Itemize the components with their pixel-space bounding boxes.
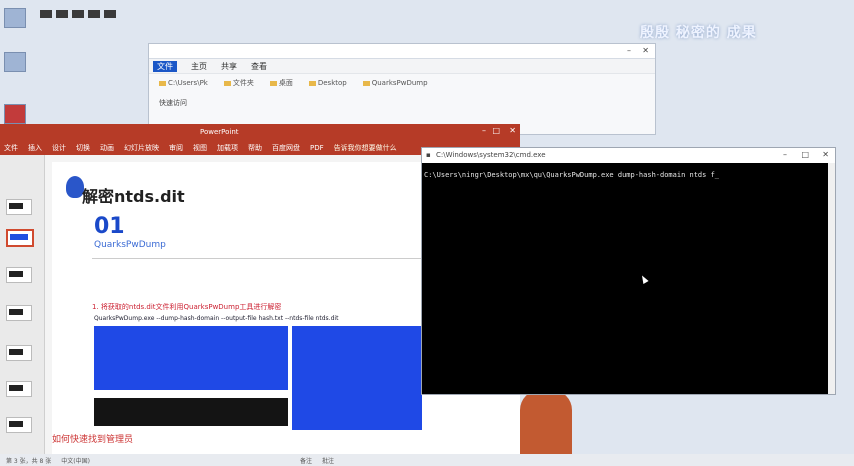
menu-item[interactable]: 视图 xyxy=(193,143,207,153)
status-bar: 第 3 张，共 8 张 中文(中国) 备注 批注 xyxy=(0,454,854,466)
cmd-command-line: C:\Users\ningr\Desktop\mx\qu\QuarksPwDum… xyxy=(424,171,720,179)
maximize-icon[interactable]: □ xyxy=(801,150,809,159)
maximize-icon[interactable]: □ xyxy=(492,126,500,135)
explorer-titlebar: – ✕ xyxy=(149,44,655,59)
quick-item[interactable]: 桌面 xyxy=(269,78,293,88)
ppt-titlebar: PowerPoint – □ ✕ xyxy=(0,124,520,141)
status-notes[interactable]: 备注 xyxy=(300,456,312,465)
tab-share[interactable]: 共享 xyxy=(221,61,237,72)
slide-thumbnail[interactable] xyxy=(6,199,32,215)
slide-footer: 如何快速找到管理员 xyxy=(52,435,134,445)
close-icon[interactable]: ✕ xyxy=(642,46,649,55)
folder-icon xyxy=(308,80,316,86)
minimize-icon[interactable]: – xyxy=(627,46,631,55)
cmd-icon: ▪ xyxy=(426,151,431,159)
minimize-icon[interactable]: – xyxy=(783,150,787,159)
slide-thumbnail-pane xyxy=(0,155,45,466)
menu-item[interactable]: 百度网盘 xyxy=(272,143,300,153)
menu-item[interactable]: PDF xyxy=(310,144,324,152)
quick-item[interactable]: QuarksPwDump xyxy=(362,79,428,87)
desktop-app-icon-red[interactable] xyxy=(4,104,26,124)
folder-icon xyxy=(269,80,277,86)
slide-thumbnail[interactable] xyxy=(6,345,32,361)
menu-item[interactable]: 设计 xyxy=(52,143,66,153)
section-number: 01 xyxy=(94,214,125,239)
slide-command: QuarksPwDump.exe --dump-hash-domain --ou… xyxy=(94,315,339,322)
screenshot-panel-blue xyxy=(94,326,288,390)
slide-thumbnail[interactable] xyxy=(6,305,32,321)
screenshot-panel-dark xyxy=(94,398,288,426)
scrollbar[interactable] xyxy=(828,163,835,394)
ppt-title: PowerPoint xyxy=(200,128,239,136)
status-comments[interactable]: 批注 xyxy=(322,456,334,465)
watermark: 殷殷 秘密的 成果 xyxy=(640,25,757,41)
menu-item[interactable]: 插入 xyxy=(28,143,42,153)
quick-item[interactable]: Desktop xyxy=(308,79,347,87)
slide-title: 解密ntds.dit xyxy=(82,187,185,206)
tab-home[interactable]: 主页 xyxy=(191,61,207,72)
screenshot-panel-blue-2 xyxy=(292,326,422,430)
slide-thumbnail-selected[interactable] xyxy=(6,229,34,247)
desktop-app-icon[interactable] xyxy=(4,52,26,72)
tab-view[interactable]: 查看 xyxy=(251,61,267,72)
desktop-top-strip xyxy=(40,10,160,18)
explorer-ribbon: 文件 主页 共享 查看 xyxy=(149,59,655,73)
section-subtitle: QuarksPwDump xyxy=(94,240,166,250)
cmd-window: ▪ C:\Windows\system32\cmd.exe – □ ✕ C:\U… xyxy=(421,147,836,395)
status-slide-count: 第 3 张，共 8 张 xyxy=(6,457,52,465)
file-explorer-window: – ✕ 文件 主页 共享 查看 C:\Users\Pk 文件夹 桌面 Deskt… xyxy=(148,43,656,135)
close-icon[interactable]: ✕ xyxy=(509,126,516,135)
slide-thumbnail[interactable] xyxy=(6,267,32,283)
cmd-screen[interactable]: C:\Users\ningr\Desktop\mx\qu\QuarksPwDum… xyxy=(422,163,828,394)
folder-icon xyxy=(159,80,166,86)
quick-item[interactable]: 文件夹 xyxy=(223,78,254,88)
recycle-bin-icon[interactable] xyxy=(4,8,26,28)
menu-item[interactable]: 帮助 xyxy=(248,143,262,153)
folder-icon xyxy=(223,80,231,86)
menu-item[interactable]: 审阅 xyxy=(169,143,183,153)
menu-item[interactable]: 幻灯片放映 xyxy=(124,143,159,153)
folder-icon xyxy=(362,80,370,86)
menu-item[interactable]: 动画 xyxy=(100,143,114,153)
menu-item[interactable]: 文件 xyxy=(4,143,18,153)
nav-pane-label[interactable]: 快速访问 xyxy=(149,92,655,114)
close-icon[interactable]: ✕ xyxy=(822,150,829,159)
menu-item[interactable]: 切换 xyxy=(76,143,90,153)
minimize-icon[interactable]: – xyxy=(482,126,486,135)
slide-thumbnail[interactable] xyxy=(6,417,32,433)
quick-access-bar: C:\Users\Pk 文件夹 桌面 Desktop QuarksPwDump xyxy=(149,73,655,92)
tab-file[interactable]: 文件 xyxy=(153,60,177,72)
cmd-title: C:\Windows\system32\cmd.exe xyxy=(436,151,546,159)
slide-note: 1. 将获取的ntds.dit文件利用QuarksPwDump工具进行解密 xyxy=(92,303,282,311)
status-language: 中文(中国) xyxy=(61,457,90,465)
cmd-titlebar: ▪ C:\Windows\system32\cmd.exe – □ ✕ xyxy=(422,148,835,163)
tell-me-search[interactable]: 告诉我你想要做什么 xyxy=(334,143,397,153)
menu-item[interactable]: 加载项 xyxy=(217,143,238,153)
quick-item[interactable]: C:\Users\Pk xyxy=(159,79,208,87)
slide-thumbnail[interactable] xyxy=(6,381,32,397)
